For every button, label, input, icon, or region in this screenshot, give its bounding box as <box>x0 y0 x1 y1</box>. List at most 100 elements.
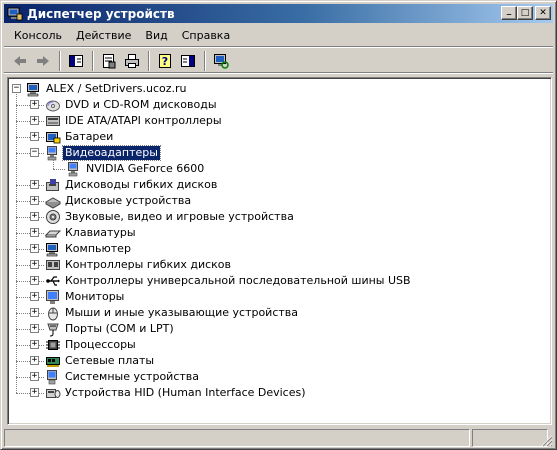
tree-item[interactable]: + Контроллеры гибких дисков <box>8 257 551 273</box>
tree-item[interactable]: + Дисководы гибких дисков <box>8 177 551 193</box>
tree-item[interactable]: + Порты (COM и LPT) <box>8 321 551 337</box>
expand-icon[interactable]: + <box>30 276 39 285</box>
toggle-view-icon <box>181 54 195 67</box>
tree-item[interactable]: + IDE ATA/ATAPI контроллеры <box>8 113 551 129</box>
collapse-icon[interactable]: − <box>12 84 21 93</box>
tree-item[interactable]: + Устройства HID (Human Interface Devices… <box>8 385 551 401</box>
expand-icon[interactable]: + <box>30 244 39 253</box>
window-title: Диспетчер устройств <box>27 6 175 21</box>
properties-icon <box>103 53 116 68</box>
tree-item[interactable]: + Клавиатуры <box>8 225 551 241</box>
maximize-button[interactable]: □ <box>517 6 533 20</box>
tree-item[interactable]: + Процессоры <box>8 337 551 353</box>
device-tree-pane[interactable]: − ALEX / SetDrivers.ucoz.ru + DVD и CD-ROM … <box>7 77 552 425</box>
tree-item[interactable]: + Сетевые платы <box>8 353 551 369</box>
tree-item[interactable]: + Дисковые устройства <box>8 193 551 209</box>
expand-icon[interactable]: + <box>30 372 39 381</box>
close-icon: ✕ <box>539 7 547 18</box>
tree-item-label: IDE ATA/ATAPI контроллеры <box>65 114 222 127</box>
expand-icon[interactable]: + <box>30 116 39 125</box>
display-adapter-icon <box>66 161 82 177</box>
expand-icon[interactable]: + <box>30 324 39 333</box>
tree-item-label: Процессоры <box>65 338 136 351</box>
tree-connector-line <box>53 160 54 169</box>
usb-icon <box>45 273 61 289</box>
forward-button[interactable] <box>32 50 54 72</box>
properties-button[interactable] <box>98 50 120 72</box>
scan-hardware-icon <box>214 53 229 69</box>
device-manager-window: Диспетчер устройств _ □ ✕ Консоль Действ… <box>0 0 557 450</box>
tree-item[interactable]: + DVD и CD-ROM дисководы <box>8 97 551 113</box>
status-panel-main <box>4 429 470 447</box>
menu-action[interactable]: Действие <box>69 27 138 45</box>
expand-icon[interactable]: + <box>30 180 39 189</box>
processor-icon <box>45 337 61 353</box>
expand-icon[interactable]: + <box>30 260 39 269</box>
scan-hardware-button[interactable] <box>210 50 232 72</box>
expand-icon[interactable]: + <box>30 196 39 205</box>
tree-item-label: ALEX / SetDrivers.ucoz.ru <box>46 82 187 95</box>
floppy-drive-icon <box>45 177 61 193</box>
expand-icon[interactable]: + <box>30 308 39 317</box>
tree-item[interactable]: + Батареи <box>8 129 551 145</box>
back-button[interactable] <box>9 50 31 72</box>
computer-icon <box>45 241 61 257</box>
menu-view[interactable]: Вид <box>138 27 174 45</box>
tree-item[interactable]: + Контроллеры универсальной последователь… <box>8 273 551 289</box>
tree-item-label: Компьютер <box>65 242 131 255</box>
toggle-view-button[interactable] <box>177 50 199 72</box>
tree-item[interactable]: + Звуковые, видео и игровые устройства <box>8 209 551 225</box>
help-icon: ? <box>159 53 171 68</box>
back-arrow-icon <box>14 55 26 66</box>
tree-item-label: Порты (COM и LPT) <box>65 322 174 335</box>
expand-icon[interactable]: + <box>30 340 39 349</box>
expand-icon[interactable]: + <box>30 356 39 365</box>
tree-item[interactable]: + Мыши и иные указывающие устройства <box>8 305 551 321</box>
toolbar-separator <box>59 50 61 71</box>
toolbar: ? <box>4 49 553 73</box>
print-button[interactable] <box>121 50 143 72</box>
display-adapter-icon <box>45 145 61 161</box>
expand-icon[interactable]: + <box>30 132 39 141</box>
tree-item[interactable]: + Системные устройства <box>8 369 551 385</box>
help-button[interactable]: ? <box>154 50 176 72</box>
device-tree: − ALEX / SetDrivers.ucoz.ru + DVD и CD-ROM … <box>8 81 551 401</box>
status-panel-secondary <box>472 429 548 447</box>
expand-icon[interactable]: + <box>30 292 39 301</box>
close-button[interactable]: ✕ <box>535 6 551 20</box>
tree-item-label: Устройства HID (Human Interface Devices) <box>65 386 306 399</box>
tree-item-label: Мыши и иные указывающие устройства <box>65 306 299 319</box>
tree-item-label: Дисковые устройства <box>65 194 192 207</box>
keyboard-icon <box>44 225 62 241</box>
tree-item[interactable]: − Видеоадаптеры <box>8 145 551 161</box>
tree-item[interactable]: + Мониторы <box>8 289 551 305</box>
expand-icon[interactable]: + <box>30 388 39 397</box>
menu-console[interactable]: Консоль <box>7 27 69 45</box>
show-hide-tree-icon <box>69 54 83 67</box>
floppy-controller-icon <box>45 257 61 273</box>
tree-item-label: NVIDIA GeForce 6600 <box>86 162 205 175</box>
resize-grip-icon[interactable] <box>540 434 553 447</box>
tree-item-label: Клавиатуры <box>65 226 136 239</box>
tree-root[interactable]: − ALEX / SetDrivers.ucoz.ru <box>8 81 551 97</box>
expand-icon[interactable]: + <box>30 100 39 109</box>
collapse-icon[interactable]: − <box>30 148 39 157</box>
tree-item-label: Сетевые платы <box>65 354 155 367</box>
tree-item-label: Батареи <box>65 130 114 143</box>
tree-item-label: DVD и CD-ROM дисководы <box>65 98 217 111</box>
computer-icon <box>26 81 42 97</box>
minimize-button[interactable]: _ <box>501 6 517 20</box>
expand-icon[interactable]: + <box>30 212 39 221</box>
status-bar <box>4 429 553 447</box>
menu-help[interactable]: Справка <box>175 27 237 45</box>
tree-item[interactable]: + Компьютер <box>8 241 551 257</box>
print-icon <box>125 53 139 68</box>
tree-child-item[interactable]: NVIDIA GeForce 6600 <box>8 161 551 177</box>
title-bar[interactable]: Диспетчер устройств _ □ ✕ <box>4 4 553 23</box>
expand-icon[interactable]: + <box>30 228 39 237</box>
toolbar-separator <box>148 50 150 71</box>
show-hide-tree-button[interactable] <box>65 50 87 72</box>
ide-controller-icon <box>45 113 61 129</box>
tree-connector-line <box>53 169 65 170</box>
tree-item-label: Звуковые, видео и игровые устройства <box>65 210 294 223</box>
